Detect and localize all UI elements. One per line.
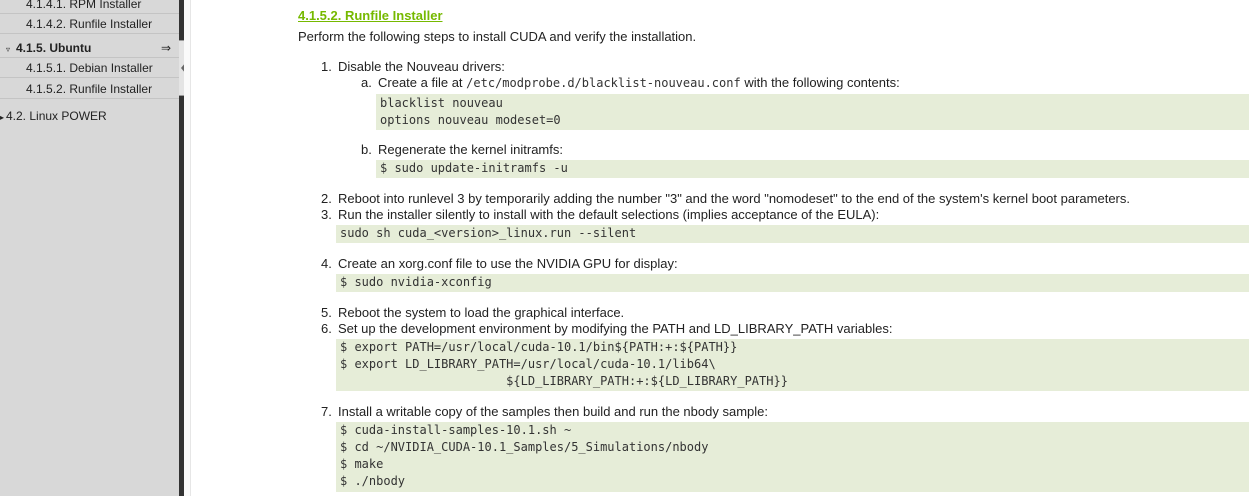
substep-b-text: Regenerate the kernel initramfs: [378, 142, 563, 157]
sidebar-nav: 4.1.4.1. RPM Installer 4.1.4.2. Runfile … [0, 0, 179, 496]
step-number: 1. [321, 59, 332, 74]
code-line: $ make [340, 457, 384, 471]
code-line: $ sudo nvidia-xconfig [340, 275, 492, 289]
code-block-initramfs[interactable]: $ sudo update-initramfs -u [376, 160, 1249, 178]
substep-a-prefix: Create a file at [378, 75, 463, 90]
expanded-triangle-icon[interactable]: ▿ [6, 40, 16, 60]
code-block-blacklist[interactable]: blacklist nouveau options nouveau modese… [376, 94, 1249, 130]
code-line: $ export PATH=/usr/local/cuda-10.1/bin${… [340, 340, 738, 354]
sidebar-item-label: 4.1.4.2. Runfile Installer [26, 17, 153, 31]
arrow-right-icon[interactable]: ⇒ [161, 38, 171, 58]
intro-text: Perform the following steps to install C… [298, 29, 697, 44]
substep-a-text: Create a file at /etc/modprobe.d/blackli… [378, 75, 900, 91]
code-line: $ ./nbody [340, 474, 406, 488]
sidebar-item-rpm-installer[interactable]: 4.1.4.1. RPM Installer [0, 0, 179, 14]
code-block-env[interactable]: $ export PATH=/usr/local/cuda-10.1/bin${… [336, 339, 1249, 391]
sidebar-item-label: 4.1.4.1. RPM Installer [26, 0, 142, 11]
code-line: $ cuda-install-samples-10.1.sh ~ [340, 423, 572, 437]
sidebar-item-label: 4.1.5. Ubuntu [16, 41, 92, 55]
code-line: $ sudo update-initramfs -u [380, 161, 568, 175]
code-block-xconfig[interactable]: $ sudo nvidia-xconfig [336, 274, 1249, 292]
section-title-link[interactable]: 4.1.5.2. Runfile Installer [298, 8, 443, 23]
substep-label: b. [361, 142, 372, 157]
step-3-text: Run the installer silently to install wi… [338, 207, 880, 222]
step-1-text: Disable the Nouveau drivers: [338, 59, 505, 74]
inline-code-path: /etc/modprobe.d/blacklist-nouveau.conf [466, 76, 741, 90]
sidebar-item-runfile-installer-414[interactable]: 4.1.4.2. Runfile Installer [0, 14, 179, 34]
sidebar-item-runfile-installer-415[interactable]: 4.1.5.2. Runfile Installer [0, 79, 179, 99]
sidebar-item-label: 4.1.5.1. Debian Installer [26, 61, 153, 75]
sidebar-item-label: 4.1.5.2. Runfile Installer [26, 82, 153, 96]
step-number: 2. [321, 191, 332, 206]
code-line: blacklist nouveau [380, 96, 503, 110]
step-number: 4. [321, 256, 332, 271]
code-line: $ cd ~/NVIDIA_CUDA-10.1_Samples/5_Simula… [340, 440, 709, 454]
sidebar-item-linux-power[interactable]: ▸ 4.2. Linux POWER [0, 106, 179, 126]
step-2-text: Reboot into runlevel 3 by temporarily ad… [338, 191, 1130, 206]
code-block-samples[interactable]: $ cuda-install-samples-10.1.sh ~ $ cd ~/… [336, 422, 1249, 492]
sidebar-item-label: 4.2. Linux POWER [6, 109, 107, 123]
code-block-installer[interactable]: sudo sh cuda_<version>_linux.run --silen… [336, 225, 1249, 243]
code-line: sudo sh cuda_<version>_linux.run --silen… [340, 226, 637, 240]
code-line: $ export LD_LIBRARY_PATH=/usr/local/cuda… [340, 357, 716, 371]
step-5-text: Reboot the system to load the graphical … [338, 305, 625, 320]
step-number: 7. [321, 404, 332, 419]
sidebar-item-debian-installer[interactable]: 4.1.5.1. Debian Installer [0, 58, 179, 78]
step-4-text: Create an xorg.conf file to use the NVID… [338, 256, 678, 271]
step-number: 6. [321, 321, 332, 336]
step-number: 3. [321, 207, 332, 222]
code-line: options nouveau modeset=0 [380, 113, 561, 127]
substep-a-suffix: with the following contents: [744, 75, 900, 90]
substep-label: a. [361, 75, 372, 90]
step-number: 5. [321, 305, 332, 320]
sidebar-item-ubuntu[interactable]: ▿ 4.1.5. Ubuntu ⇒ [0, 38, 179, 58]
code-line: ${LD_LIBRARY_PATH:+:${LD_LIBRARY_PATH}} [340, 374, 788, 388]
step-7-text: Install a writable copy of the samples t… [338, 404, 768, 419]
step-6-text: Set up the development environment by mo… [338, 321, 893, 336]
